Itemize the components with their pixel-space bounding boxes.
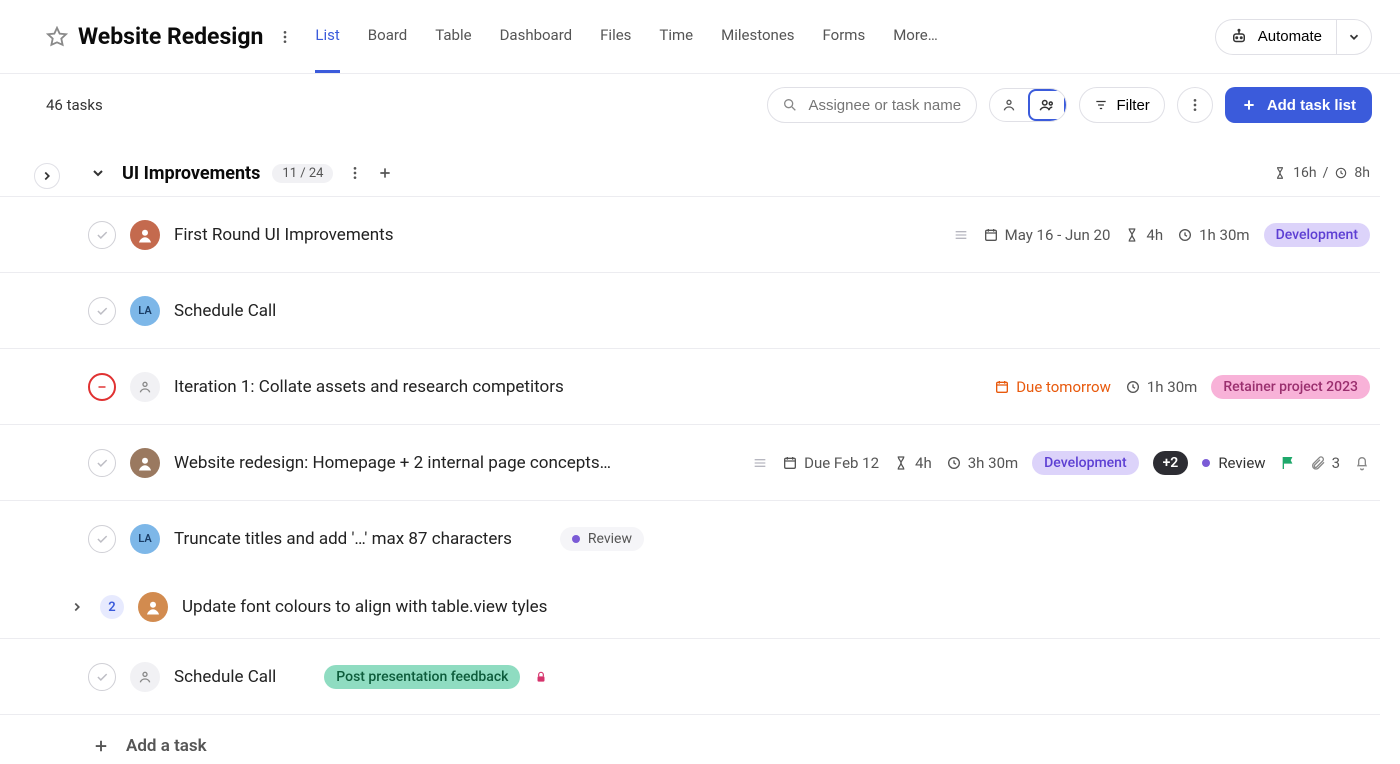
tab-board[interactable]: Board (368, 1, 407, 73)
task-row[interactable]: First Round UI Improvements May 16 - Jun … (0, 196, 1380, 272)
estimate: 4h (1124, 226, 1163, 244)
logged-time: 1h 30m (1125, 378, 1197, 396)
group-more-icon[interactable] (347, 165, 363, 181)
logged-time: 1h 30m (1177, 226, 1249, 244)
tab-dashboard[interactable]: Dashboard (500, 1, 573, 73)
task-meta: Review (560, 527, 644, 551)
task-title: Schedule Call (174, 667, 276, 687)
task-meta: Post presentation feedback (324, 665, 548, 689)
automate-dropdown-button[interactable] (1336, 19, 1372, 55)
task-title: First Round UI Improvements (174, 225, 393, 245)
search-icon (782, 97, 798, 113)
task-title: Schedule Call (174, 301, 276, 321)
status-indicator[interactable]: Review (1202, 454, 1265, 472)
complete-toggle[interactable] (88, 525, 116, 553)
complete-toggle[interactable] (88, 221, 116, 249)
filter-button[interactable]: Filter (1079, 87, 1164, 123)
tag[interactable]: Retainer project 2023 (1211, 375, 1370, 399)
filter-icon (1094, 98, 1108, 112)
due-date[interactable]: Due tomorrow (994, 378, 1111, 396)
project-more-icon[interactable] (275, 29, 295, 45)
task-row[interactable]: Iteration 1: Collate assets and research… (0, 348, 1380, 424)
group-count-badge: 11 / 24 (272, 164, 333, 183)
add-task-list-button[interactable]: Add task list (1225, 87, 1372, 123)
group-title: UI Improvements (122, 163, 260, 184)
date-range[interactable]: May 16 - Jun 20 (983, 226, 1111, 244)
task-title: Iteration 1: Collate assets and research… (174, 377, 564, 397)
expand-subtask-icon[interactable] (70, 600, 86, 614)
add-task-row[interactable]: Add a task (0, 714, 1380, 764)
complete-toggle[interactable] (88, 449, 116, 477)
view-mode-toggle (989, 88, 1067, 122)
drag-handle-icon[interactable] (752, 455, 768, 471)
lock-icon (534, 670, 548, 684)
complete-toggle[interactable] (88, 663, 116, 691)
assignee-avatar[interactable]: LA (130, 296, 160, 326)
tab-more[interactable]: More… (893, 1, 938, 73)
tab-table[interactable]: Table (435, 1, 471, 73)
attachments[interactable]: 3 (1310, 454, 1340, 472)
tab-files[interactable]: Files (600, 1, 631, 73)
search-field[interactable] (767, 87, 977, 123)
group-add-icon[interactable] (377, 165, 393, 181)
task-meta: Due Feb 12 4h 3h 30m Development +2 Review 3 (752, 451, 1370, 475)
assignee-avatar[interactable] (130, 220, 160, 250)
task-row[interactable]: Schedule Call Post presentation feedback (0, 638, 1380, 714)
flag-icon[interactable] (1280, 455, 1296, 471)
drag-handle-icon[interactable] (953, 227, 969, 243)
task-title: Update font colours to align with table.… (182, 597, 547, 617)
reminder-icon[interactable] (1354, 455, 1370, 471)
tag[interactable]: +2 (1153, 451, 1189, 475)
view-people-button[interactable] (1028, 89, 1066, 121)
tag[interactable]: Development (1264, 223, 1370, 247)
favorite-star-icon[interactable] (46, 26, 68, 48)
tag[interactable]: Development (1032, 451, 1138, 475)
toolbar-more-button[interactable] (1177, 87, 1213, 123)
assignee-avatar[interactable] (138, 592, 168, 622)
hourglass-icon (1273, 166, 1287, 180)
task-title: Website redesign: Homepage + 2 internal … (174, 453, 611, 473)
expand-sidebar-button[interactable] (34, 163, 60, 189)
task-row[interactable]: LA Schedule Call (0, 272, 1380, 348)
unassigned-icon[interactable] (130, 372, 160, 402)
logged-time: 3h 30m (946, 454, 1018, 472)
assignee-avatar[interactable]: LA (130, 524, 160, 554)
unassigned-icon[interactable] (130, 662, 160, 692)
group-time-summary: 16h / 8h (1273, 165, 1370, 181)
tab-milestones[interactable]: Milestones (721, 1, 794, 73)
task-row[interactable]: Website redesign: Homepage + 2 internal … (0, 424, 1380, 500)
view-person-button[interactable] (990, 89, 1028, 121)
subtask-row[interactable]: 2 Update font colours to align with table… (0, 576, 1380, 638)
collapse-group-icon[interactable] (88, 165, 108, 181)
view-tabs: List Board Table Dashboard Files Time Mi… (315, 0, 937, 74)
complete-toggle[interactable] (88, 373, 116, 401)
search-input[interactable] (808, 97, 962, 114)
estimate: 4h (893, 454, 932, 472)
date-range[interactable]: Due Feb 12 (782, 454, 879, 472)
group-header: UI Improvements 11 / 24 16h / (0, 150, 1380, 196)
automate-button[interactable]: Automate (1215, 19, 1336, 55)
task-meta: Due tomorrow 1h 30m Retainer project 2023 (994, 375, 1370, 399)
tab-time[interactable]: Time (659, 1, 693, 73)
plus-icon (1241, 97, 1257, 113)
tag[interactable]: Post presentation feedback (324, 665, 520, 689)
assignee-avatar[interactable] (130, 448, 160, 478)
tab-forms[interactable]: Forms (823, 1, 866, 73)
task-meta: May 16 - Jun 20 4h 1h 30m Development (953, 223, 1370, 247)
robot-icon (1230, 28, 1248, 46)
status-badge[interactable]: Review (560, 527, 644, 551)
tab-list[interactable]: List (315, 1, 339, 73)
clock-icon (1334, 166, 1348, 180)
task-title: Truncate titles and add '…' max 87 chara… (174, 529, 512, 549)
plus-icon (92, 737, 110, 755)
project-title: Website Redesign (78, 23, 263, 50)
task-row[interactable]: LA Truncate titles and add '…' max 87 cha… (0, 500, 1380, 576)
task-count: 46 tasks (46, 96, 103, 114)
complete-toggle[interactable] (88, 297, 116, 325)
subtask-count-badge: 2 (100, 595, 124, 619)
